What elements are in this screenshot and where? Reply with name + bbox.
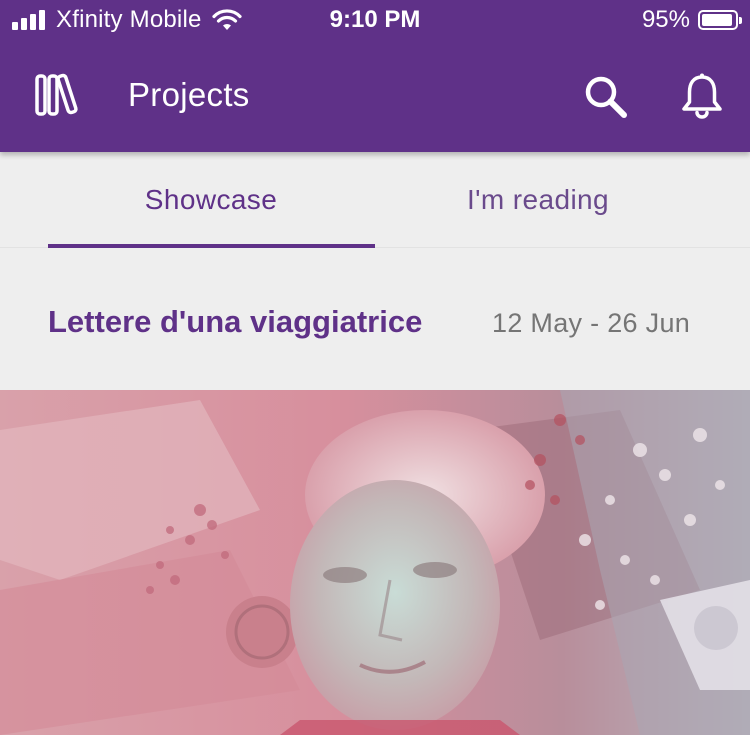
battery-icon: [698, 10, 742, 30]
project-cover-image[interactable]: [0, 390, 750, 735]
status-time: 9:10 PM: [329, 6, 421, 33]
portrait-eye-left: [323, 567, 367, 583]
library-icon[interactable]: [32, 70, 82, 120]
app-bar: Projects: [0, 40, 750, 152]
status-bar: Xfinity Mobile 9:10 PM 95%: [0, 0, 750, 40]
tab-showcase[interactable]: Showcase: [48, 152, 374, 248]
tab-im-reading[interactable]: I'm reading: [375, 152, 701, 248]
project-title[interactable]: Lettere d'una viaggiatrice: [48, 302, 422, 342]
project-header: Lettere d'una viaggiatrice 12 May - 26 J…: [0, 248, 750, 390]
portrait-face: [290, 480, 500, 730]
white-seal: [694, 606, 738, 650]
tab-bar: Showcase I'm reading: [0, 152, 750, 248]
bell-icon[interactable]: [678, 72, 726, 120]
top-bar: Xfinity Mobile 9:10 PM 95% Projects: [0, 0, 750, 152]
project-dates: 12 May - 26 Jun: [492, 308, 691, 338]
status-right: 95%: [641, 6, 742, 34]
page-title: Projects: [128, 76, 250, 113]
search-icon[interactable]: [582, 73, 630, 121]
cover-illustration: [0, 390, 750, 735]
portrait-collar: [280, 720, 520, 735]
battery-fill: [702, 14, 732, 26]
portrait-eye-right: [413, 562, 457, 578]
app-screen: Xfinity Mobile 9:10 PM 95% Projects Show…: [0, 0, 750, 735]
battery-percent: 95%: [641, 6, 690, 33]
battery-cap: [739, 17, 742, 24]
selected-tab-indicator: [48, 244, 375, 248]
